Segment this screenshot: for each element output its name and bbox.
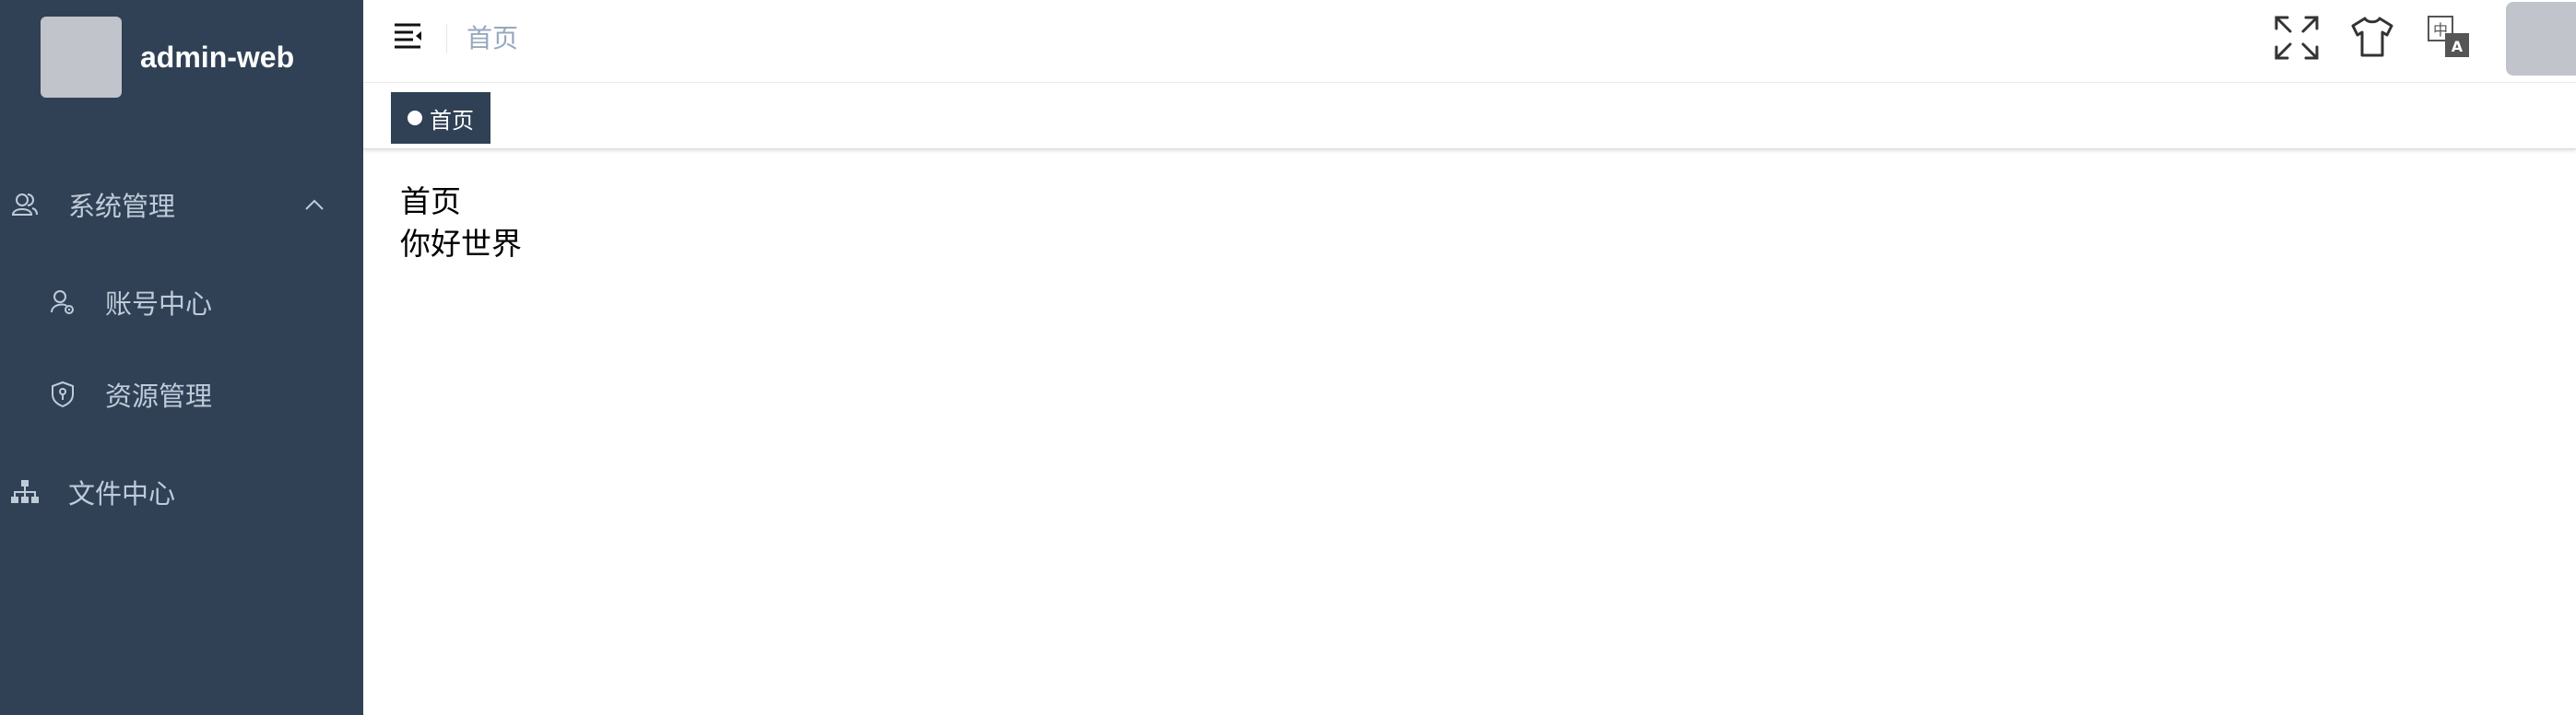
shield-icon [52, 381, 74, 408]
theme-shirt-icon[interactable] [2347, 13, 2397, 63]
menu-label: 文件中心 [68, 478, 176, 510]
svg-text:A: A [2452, 38, 2464, 55]
navbar: 首页 中 A [363, 0, 2576, 83]
menu-account-center[interactable]: 账号中心 [0, 256, 363, 348]
tags-view: 首页 [363, 83, 2576, 149]
main-area: 首页 中 A 首页 首页 你好世界 [363, 0, 2576, 715]
sidebar: admin-web 系统管理 账号中心 资源管理 文件中心 [0, 0, 363, 715]
app: admin-web 系统管理 账号中心 资源管理 文件中心 首页 中 A 首页 … [0, 0, 2576, 715]
page-title: 首页 [400, 183, 461, 219]
menu-file-center[interactable]: 文件中心 [0, 446, 363, 538]
menu-label: 资源管理 [105, 381, 213, 412]
tag-active-dot [408, 111, 422, 125]
sitemap-icon [11, 480, 39, 503]
menu-system-management[interactable]: 系统管理 [0, 158, 363, 251]
menu-label: 系统管理 [68, 191, 176, 222]
page-content: 首页 你好世界 [400, 181, 522, 265]
menu-resource-management[interactable]: 资源管理 [0, 348, 363, 440]
user-settings-icon [51, 290, 74, 314]
logo[interactable] [41, 17, 122, 98]
tag-label: 首页 [430, 107, 474, 134]
user-group-icon [11, 193, 38, 216]
breadcrumb-divider [446, 24, 447, 53]
chevron-up-icon [305, 199, 324, 210]
fullscreen-icon[interactable] [2272, 13, 2322, 63]
language-icon[interactable]: 中 A [2425, 13, 2475, 63]
tag-home[interactable]: 首页 [391, 92, 490, 144]
page-text: 你好世界 [400, 226, 522, 262]
menu-label: 账号中心 [105, 288, 213, 320]
app-name[interactable]: admin-web [140, 37, 294, 77]
breadcrumb: 首页 [467, 23, 519, 53]
hamburger-icon[interactable] [393, 22, 424, 50]
avatar[interactable] [2506, 2, 2576, 76]
